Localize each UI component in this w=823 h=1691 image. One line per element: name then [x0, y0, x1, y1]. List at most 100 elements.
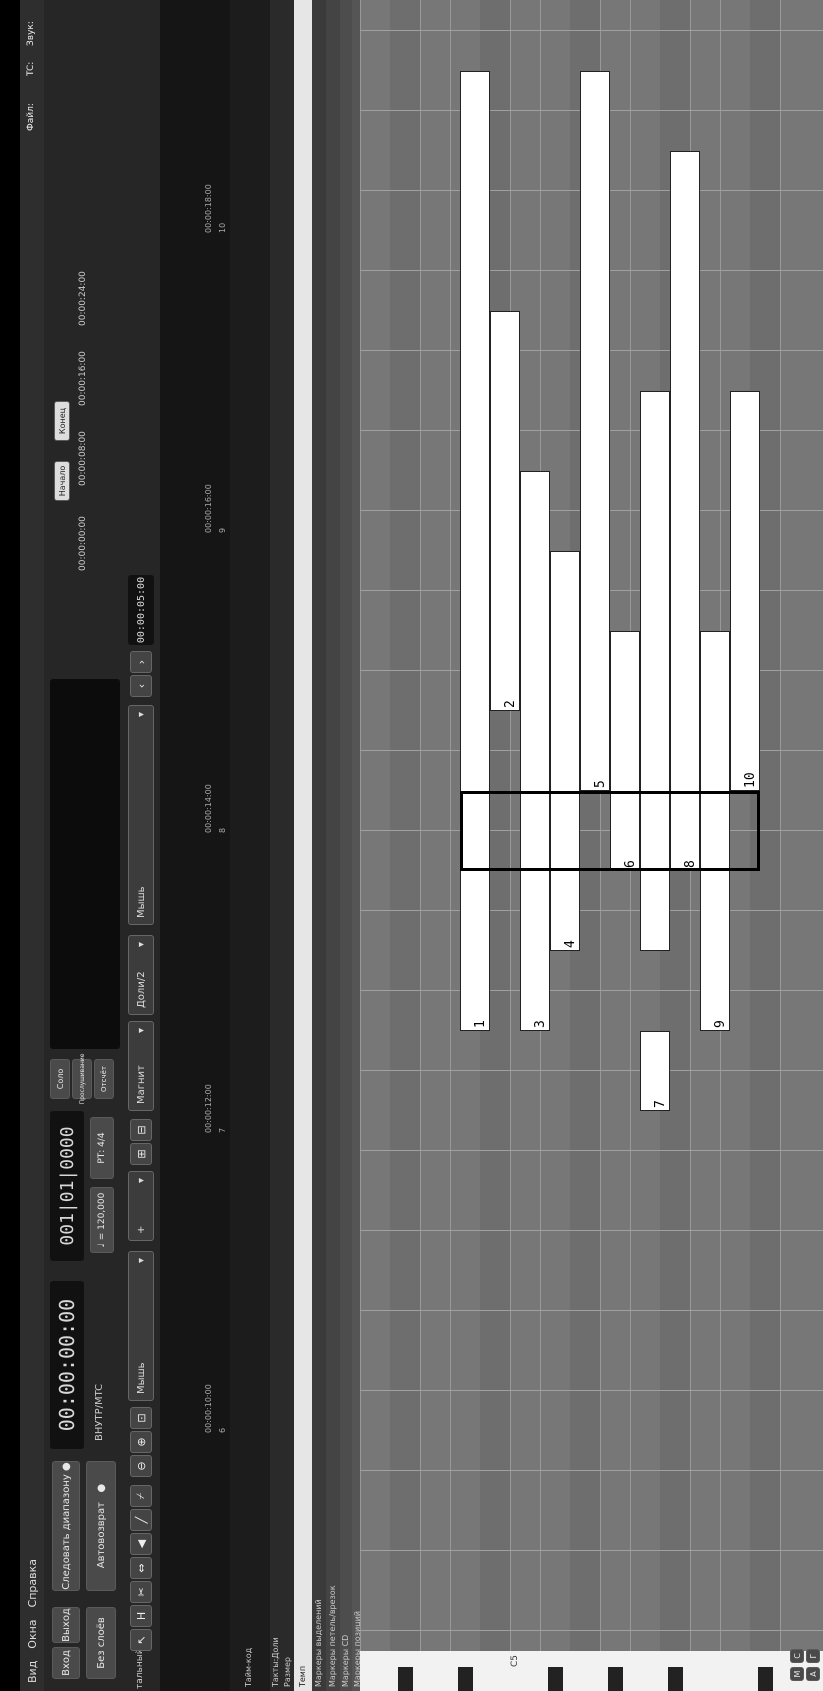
autoreturn-button[interactable]: Автовозврат ● [86, 1461, 116, 1591]
black-key[interactable] [458, 1667, 473, 1691]
nudge-back-icon[interactable]: ‹ [130, 675, 152, 697]
layering-button[interactable]: Без слоёв [86, 1607, 116, 1679]
content-tool-icon[interactable]: ⌿ [130, 1485, 152, 1507]
range-tool-icon[interactable]: H [130, 1605, 152, 1627]
grid-line [360, 1070, 823, 1071]
ruler-label-range: Маркеры выделений [314, 1599, 323, 1687]
shrink-tracks-icon[interactable]: ⊟ [130, 1119, 152, 1141]
midi-note[interactable] [640, 391, 670, 951]
start-marker[interactable]: Начало [54, 461, 70, 501]
audition-tool-icon[interactable]: ◀ [130, 1533, 152, 1555]
end-marker[interactable]: Конец [54, 401, 70, 441]
loop-punch-row[interactable]: Маркеры петель/врезок [326, 0, 340, 1691]
zoom-in-icon[interactable]: ⊕ [130, 1431, 152, 1453]
count-in-button[interactable]: Отсчёт [94, 1059, 114, 1099]
midi-note[interactable]: 5 [580, 71, 610, 791]
note-label: 4 [563, 940, 578, 948]
midi-note[interactable]: 1 [460, 71, 490, 1031]
status-tc: TC: [26, 61, 36, 76]
midi-note[interactable]: 10 [730, 391, 760, 791]
grab-tool-icon[interactable]: ↖ [130, 1629, 152, 1651]
status-sound: Звук: [26, 21, 36, 46]
midi-note[interactable]: 8 [670, 151, 700, 871]
midi-note[interactable]: 4 [550, 551, 580, 951]
follow-range-label: Следовать диапазону [60, 1474, 72, 1590]
automation-button[interactable]: А [806, 1667, 820, 1681]
punch-in-button[interactable]: Вход [52, 1647, 80, 1679]
grid-type-dropdown[interactable]: Доли/2 ▾ [128, 935, 154, 1015]
black-key[interactable] [608, 1667, 623, 1691]
mini-timeline[interactable]: Начало Конец 00:00:00:00 00:00:08:00 00:… [50, 21, 130, 661]
timeline-ruler[interactable]: 00:00:10:00 00:00:12:00 00:00:14:00 00:0… [160, 0, 230, 1691]
solo-track-button[interactable]: С [790, 1649, 804, 1663]
autoreturn-led-icon: ● [95, 1483, 107, 1493]
edit-point-label: Мышь [135, 886, 147, 918]
midi-note[interactable]: 3 [520, 471, 550, 1031]
nudge-forward-icon[interactable]: › [130, 651, 152, 673]
expand-tracks-icon[interactable]: ⊞ [130, 1143, 152, 1165]
mouse-mode-dropdown[interactable]: Мышь ▾ [128, 1251, 154, 1401]
ruler-bar-1: 7 [218, 1127, 227, 1133]
black-key[interactable] [398, 1667, 413, 1691]
bbt-ruler-row[interactable]: Такты:Доли [270, 0, 282, 1691]
playlist-button[interactable]: Г [806, 1649, 820, 1663]
black-key[interactable] [668, 1667, 683, 1691]
solo-button[interactable]: Соло [50, 1059, 70, 1099]
mouse-mode-label: Мышь [135, 1362, 147, 1394]
piano-keyboard[interactable]: C5 [360, 1651, 823, 1691]
midi-note[interactable]: 9 [700, 631, 730, 1031]
menu-item-help[interactable]: Справка [26, 1559, 39, 1607]
chevron-down-icon: ▾ [135, 712, 147, 718]
piano-roll[interactable]: 1 2 3 4 5 6 7 8 9 10 C5 [360, 0, 823, 1691]
ruler-time-2: 00:00:14:00 [204, 784, 213, 833]
chevron-down-icon: ▾ [135, 1028, 147, 1034]
tempo-button[interactable]: ♩ = 120,000 [90, 1187, 114, 1253]
note-label: 10 [743, 772, 758, 788]
chevron-down-icon: ▾ [135, 942, 147, 948]
preroll-button[interactable]: Прослушивание [72, 1054, 92, 1104]
midi-note[interactable]: 2 [490, 311, 520, 711]
cd-markers-row[interactable]: Маркеры CD [340, 0, 352, 1691]
menu-item-windows[interactable]: Окна [26, 1619, 39, 1648]
follow-range-led-icon: ● [60, 1462, 72, 1471]
sync-source-label[interactable]: ВНУТР/MTC [94, 1384, 105, 1441]
timecode-ruler-row[interactable]: Тайм-код [230, 0, 270, 1691]
snap-mode-dropdown[interactable]: Магнит ▾ [128, 1021, 154, 1111]
cut-tool-icon[interactable]: ✂ [130, 1581, 152, 1603]
tempo-ruler-row[interactable]: Темп [294, 0, 312, 1691]
mini-time-3: 00:00:24:00 [78, 271, 88, 326]
ruler-bar-2: 8 [218, 827, 227, 833]
ruler-label-timecode: Тайм-код [244, 1647, 253, 1687]
roll-row [510, 0, 511, 1691]
note-label: 2 [503, 700, 518, 708]
midi-note[interactable]: 7 [640, 1031, 670, 1111]
zoom-out-icon[interactable]: ⊖ [130, 1455, 152, 1477]
ruler-label-tempo: Темп [298, 1665, 307, 1687]
ruler-label-meter: Размер [283, 1656, 292, 1687]
zoom-focus-dropdown[interactable]: + ▾ [128, 1171, 154, 1241]
punch-out-button[interactable]: Выход [52, 1607, 80, 1643]
black-key[interactable] [758, 1667, 773, 1691]
note-label: 7 [653, 1100, 668, 1108]
grid-line [360, 1230, 823, 1231]
mute-button[interactable]: М [790, 1667, 804, 1681]
meter-ruler-row[interactable]: Размер [282, 0, 294, 1691]
ardour-midi-editor: Вид Окна Справка Вход Выход Без слоёв Сл… [20, 0, 823, 1691]
stretch-tool-icon[interactable]: ⇔ [130, 1557, 152, 1579]
black-key[interactable] [548, 1667, 563, 1691]
follow-range-button[interactable]: Следовать диапазону ● [52, 1461, 80, 1591]
meter-button[interactable]: РТ: 4/4 [90, 1117, 114, 1179]
midi-note[interactable]: 6 [610, 631, 640, 871]
range-markers-row[interactable]: Маркеры выделений [312, 0, 326, 1691]
edit-mode-label[interactable]: тальный [135, 1648, 145, 1689]
primary-clock[interactable]: 00:00:00:00 [50, 1281, 84, 1449]
ruler-time-3: 00:00:16:00 [204, 484, 213, 533]
edit-point-dropdown[interactable]: Мышь ▾ [128, 705, 154, 925]
grid-line [360, 30, 823, 31]
nudge-clock[interactable]: 00:00:05:00 [128, 575, 154, 645]
draw-tool-icon[interactable]: ╱ [130, 1509, 152, 1531]
secondary-clock[interactable]: 001|01|0000 [50, 1111, 84, 1261]
menu-item-view[interactable]: Вид [26, 1661, 39, 1683]
roll-row [750, 0, 780, 1691]
zoom-fit-icon[interactable]: ⊡ [130, 1407, 152, 1429]
